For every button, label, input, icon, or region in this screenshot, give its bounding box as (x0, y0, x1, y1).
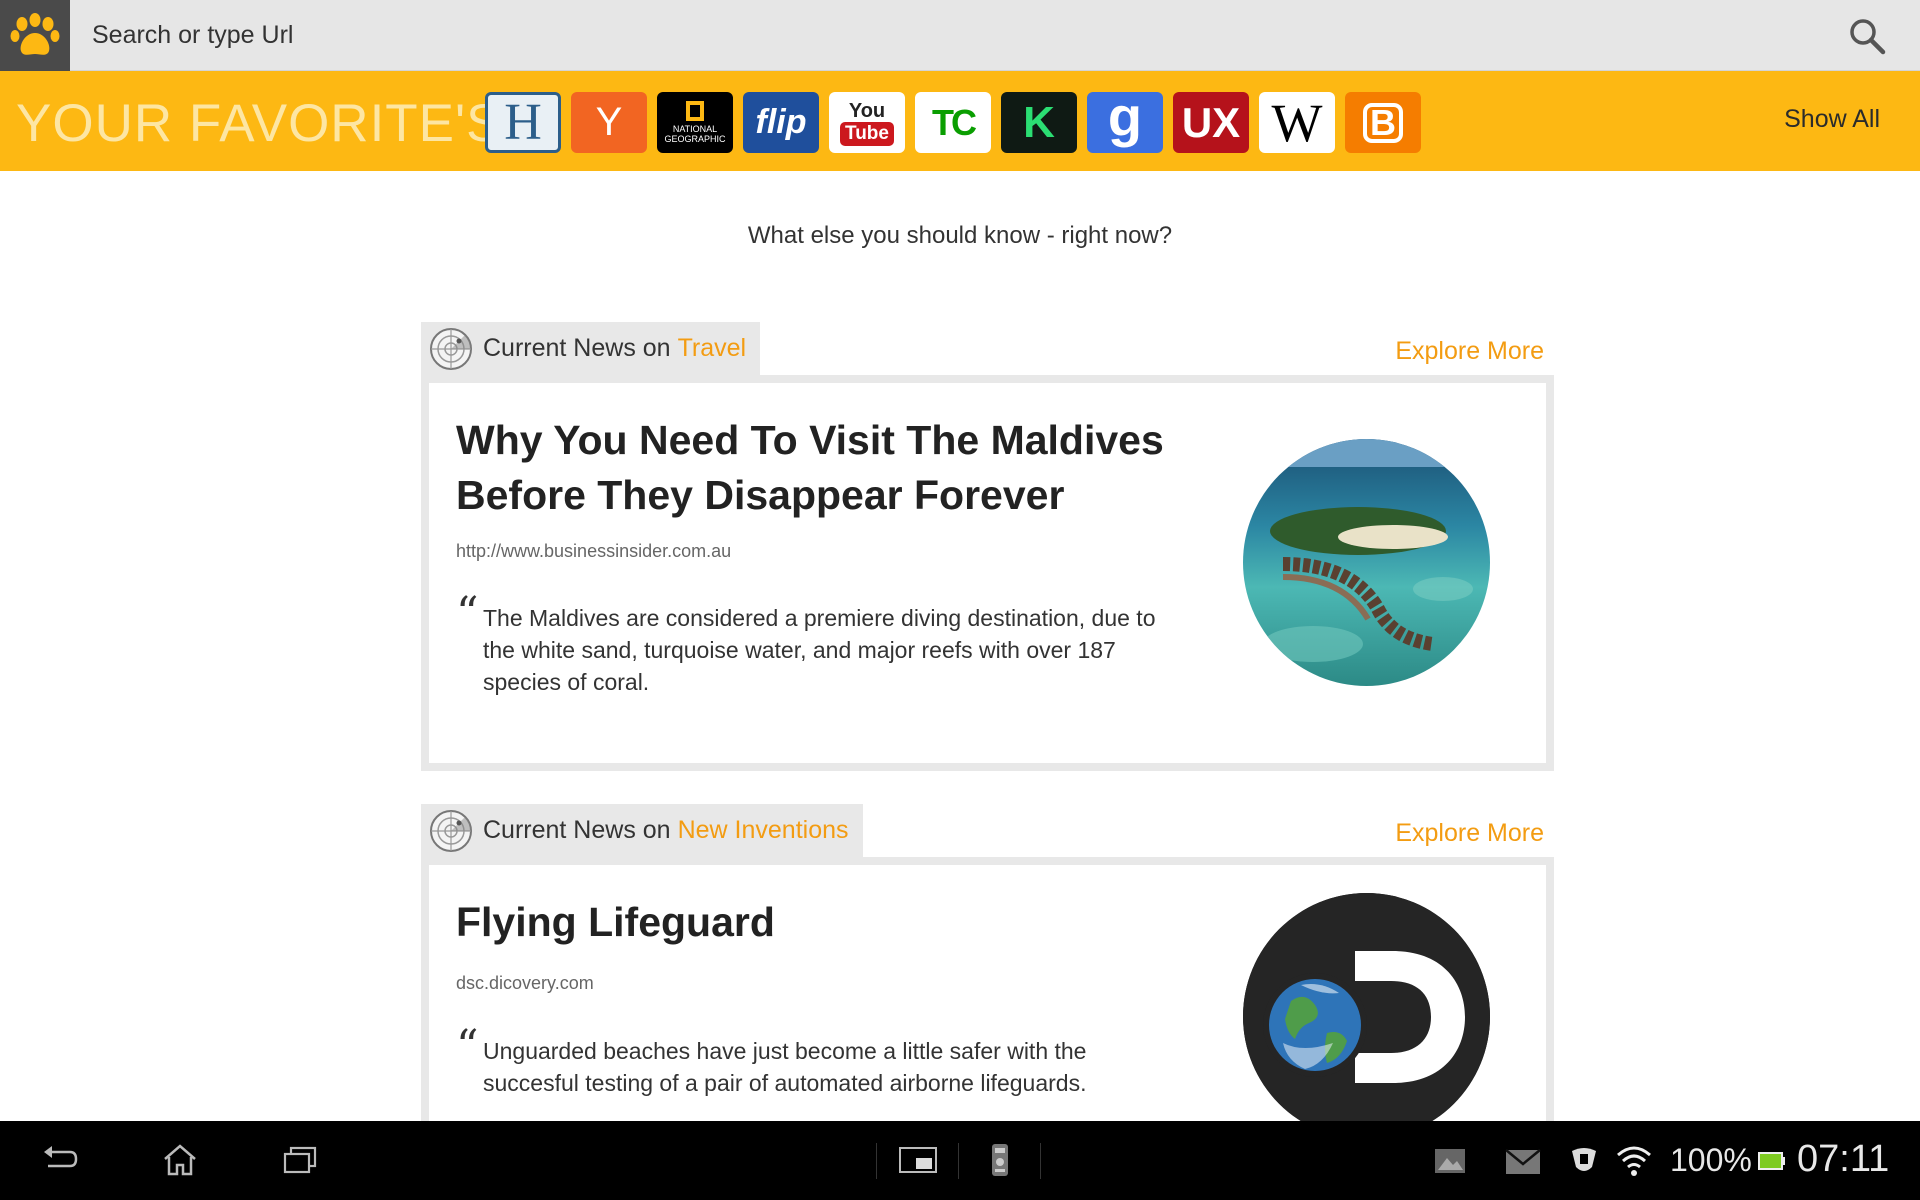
section-tab: Current News on New Inventions (421, 804, 863, 857)
article-thumbnail[interactable] (1243, 893, 1490, 1121)
ux-icon[interactable]: UX (1173, 92, 1249, 153)
google-icon[interactable]: g (1087, 92, 1163, 153)
section-prefix: Current News on (483, 816, 671, 844)
section-topic[interactable]: New Inventions (678, 816, 849, 845)
section-topic[interactable]: Travel (678, 334, 747, 363)
search-icon (1850, 19, 1886, 55)
home-button[interactable] (152, 1137, 208, 1183)
remote-control-icon (992, 1144, 1008, 1176)
favorites-title: YOUR FAVORITE'S (16, 94, 503, 153)
recent-apps-icon (283, 1146, 317, 1174)
divider (876, 1143, 877, 1179)
radar-icon (430, 327, 472, 370)
article-card[interactable]: Flying Lifeguard dsc.dicovery.com “ Ungu… (421, 857, 1554, 1121)
paw-icon (10, 12, 60, 55)
hacker-news-icon[interactable]: Y (571, 92, 647, 153)
article-card[interactable]: Why You Need To Visit The Maldives Befor… (421, 375, 1554, 771)
explore-more-link[interactable]: Explore More (1395, 337, 1544, 366)
paw-logo-button[interactable] (0, 0, 70, 71)
battery-percent: 100% (1670, 1142, 1752, 1178)
small-apps-icon (899, 1147, 937, 1173)
techcrunch-icon[interactable]: TC (915, 92, 991, 153)
ng-frame (686, 101, 704, 121)
small-apps-button[interactable] (890, 1137, 946, 1183)
url-search-input[interactable] (92, 14, 1812, 56)
gallery-notification-icon (1435, 1149, 1465, 1173)
page-headline: What else you should know - right now? (747, 222, 1173, 249)
article-quote: “ The Maldives are considered a premiere… (456, 592, 1176, 698)
article-quote-text: The Maldives are considered a premiere d… (483, 605, 1156, 695)
favorites-bar: YOUR FAVORITE'S H Y NATIONAL GEOGRAPHIC … (0, 71, 1920, 171)
quote-mark-icon: “ (456, 588, 479, 639)
show-all-link[interactable]: Show All (1784, 105, 1880, 134)
discovery-logo-image (1243, 893, 1490, 1121)
news-section-travel: Current News on Travel Explore More Why … (421, 322, 1554, 771)
search-button[interactable] (1846, 15, 1888, 57)
article-quote: “ Unguarded beaches have just become a l… (456, 1025, 1176, 1099)
address-bar (0, 0, 1920, 71)
flipkart-icon[interactable]: flip (743, 92, 819, 153)
system-nav-bar: 100% 07:11 (0, 1121, 1920, 1200)
battery-icon (1758, 1152, 1785, 1170)
favorites-icons: H Y NATIONAL GEOGRAPHIC flip You Tube TC… (485, 92, 1421, 153)
huffington-post-icon[interactable]: H (485, 92, 561, 153)
blogger-icon[interactable]: B (1345, 92, 1421, 153)
article-title[interactable]: Why You Need To Visit The Maldives Befor… (456, 413, 1196, 523)
shield-notification-icon (1572, 1148, 1596, 1171)
back-button[interactable] (32, 1137, 88, 1183)
divider (958, 1143, 959, 1179)
back-icon (44, 1146, 78, 1168)
email-notification-icon (1505, 1149, 1541, 1174)
home-icon (164, 1144, 196, 1176)
section-tab: Current News on Travel (421, 322, 761, 375)
clock: 07:11 (1797, 1138, 1890, 1180)
quote-mark-icon: “ (456, 1021, 479, 1072)
radar-icon (430, 809, 472, 852)
explore-more-link[interactable]: Explore More (1395, 819, 1544, 848)
recent-apps-button[interactable] (272, 1137, 328, 1183)
divider (1040, 1143, 1041, 1179)
maldives-resort-image (1243, 439, 1490, 686)
article-source-url[interactable]: http://www.businessinsider.com.au (456, 541, 731, 562)
wifi-icon (1617, 1146, 1651, 1176)
kickstarter-icon[interactable]: K (1001, 92, 1077, 153)
article-title[interactable]: Flying Lifeguard (456, 895, 1196, 950)
article-quote-text: Unguarded beaches have just become a lit… (483, 1038, 1087, 1096)
section-prefix: Current News on (483, 334, 671, 362)
youtube-icon[interactable]: You Tube (829, 92, 905, 153)
article-source-url[interactable]: dsc.dicovery.com (456, 973, 594, 994)
national-geographic-icon[interactable]: NATIONAL GEOGRAPHIC (657, 92, 733, 153)
article-thumbnail[interactable] (1243, 439, 1490, 686)
remote-control-button[interactable] (972, 1137, 1028, 1183)
wikipedia-icon[interactable]: W (1259, 92, 1335, 153)
news-section-new-inventions: Current News on New Inventions Explore M… (421, 804, 1554, 1121)
